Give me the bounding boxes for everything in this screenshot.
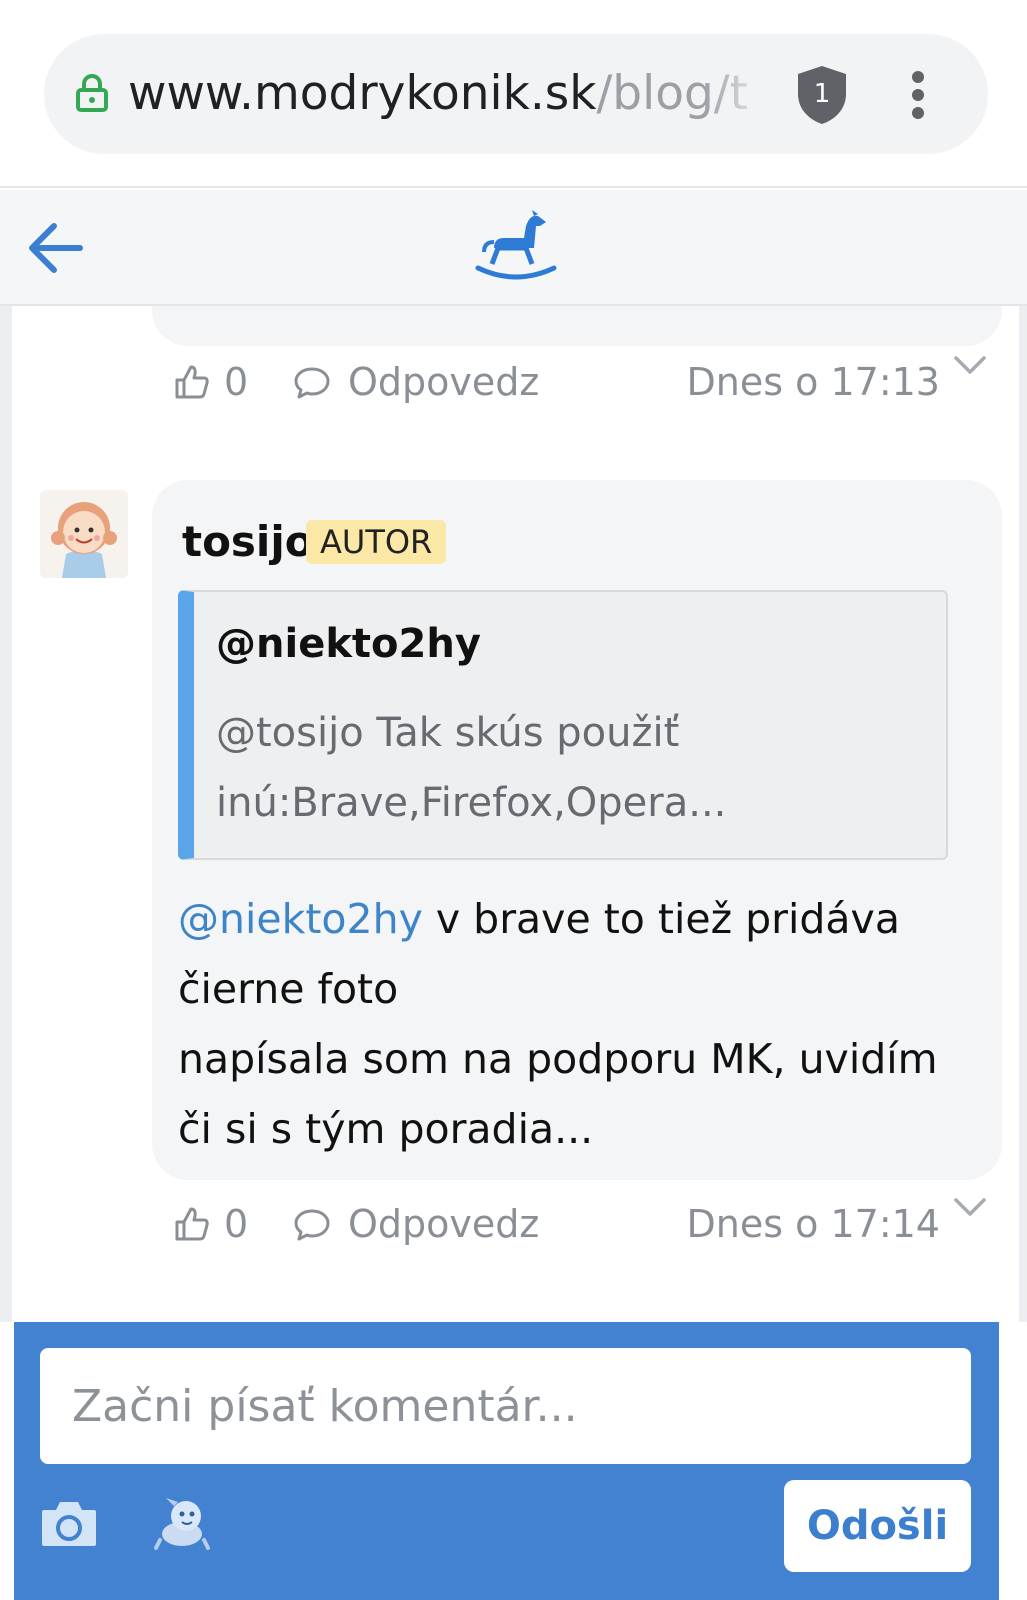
comment-timestamp: Dnes o 17:13: [686, 360, 940, 404]
quote-author: @niekto2hy: [216, 621, 481, 667]
speech-bubble-icon[interactable]: [294, 366, 330, 400]
chevron-down-icon[interactable]: [952, 1194, 988, 1222]
camera-icon[interactable]: [40, 1498, 98, 1548]
comment-composer: Odošli: [14, 1322, 999, 1600]
comment-author[interactable]: tosijo: [182, 516, 314, 568]
shield-count: 1: [813, 79, 831, 109]
reply-link[interactable]: Odpovedz: [348, 358, 539, 406]
comment-text-line: @niekto2hy v brave to tiež pridáva: [178, 884, 978, 954]
girl-avatar-icon: [40, 490, 128, 578]
app-header: [0, 190, 1027, 306]
thumbs-up-icon[interactable]: [174, 1206, 210, 1242]
send-button[interactable]: Odošli: [784, 1480, 971, 1572]
avatar[interactable]: [40, 490, 128, 578]
author-badge: AUTOR: [306, 520, 447, 564]
comment-text-line: či si s tým poradia...: [178, 1105, 594, 1153]
url-domain: www.modrykonik.sk: [128, 66, 597, 121]
like-count: 0: [224, 1202, 249, 1246]
quote-text-line: inú:Brave,Firefox,Opera...: [216, 780, 727, 826]
speech-bubble-icon[interactable]: [294, 1208, 330, 1242]
comment-bubble: tosijo AUTOR @niekto2hy @tosijo Tak skús…: [152, 480, 1002, 1180]
rocking-horse-logo-icon[interactable]: [474, 208, 558, 284]
menu-icon[interactable]: [910, 70, 926, 120]
sticker-icon[interactable]: [152, 1494, 214, 1550]
thumbs-up-icon[interactable]: [174, 364, 210, 400]
comment-input[interactable]: [40, 1348, 971, 1464]
chevron-down-icon[interactable]: [952, 352, 988, 380]
url-text[interactable]: www.modrykonik.sk/blog/t: [128, 64, 768, 124]
comment-meta-row: 0 Odpovedz Dnes o 17:13: [12, 352, 1019, 412]
comments-feed[interactable]: 0 Odpovedz Dnes o 17:13 tosijo AUTOR @ni…: [12, 306, 1019, 1322]
comment-timestamp: Dnes o 17:14: [686, 1202, 940, 1246]
reply-link[interactable]: Odpovedz: [348, 1200, 539, 1248]
quoted-comment[interactable]: @niekto2hy @tosijo Tak skús použiť inú:B…: [178, 590, 948, 860]
previous-comment-bubble: [152, 306, 1002, 346]
page-edge: [1019, 306, 1027, 1322]
comment-text: @niekto2hy v brave to tiež pridáva čiern…: [178, 884, 978, 1164]
comment-text-fragment: v brave to tiež pridáva: [422, 895, 900, 943]
comment-text-line: napísala som na podporu MK, uvidím: [178, 1035, 938, 1083]
like-count: 0: [224, 360, 249, 404]
page-edge: [0, 306, 12, 1322]
mention-link[interactable]: @niekto2hy: [178, 895, 423, 943]
comment-text-line: čierne foto: [178, 965, 399, 1013]
lock-icon: [76, 74, 108, 112]
back-arrow-icon[interactable]: [26, 220, 84, 276]
quote-text: @tosijo Tak skús použiť inú:Brave,Firefo…: [216, 698, 936, 838]
url-path: /blog/t: [596, 66, 749, 121]
quote-text-line: @tosijo Tak skús použiť: [216, 710, 680, 756]
browser-toolbar: www.modrykonik.sk/blog/t 1: [0, 0, 1027, 188]
comment-meta-row: 0 Odpovedz Dnes o 17:14: [12, 1194, 1019, 1254]
